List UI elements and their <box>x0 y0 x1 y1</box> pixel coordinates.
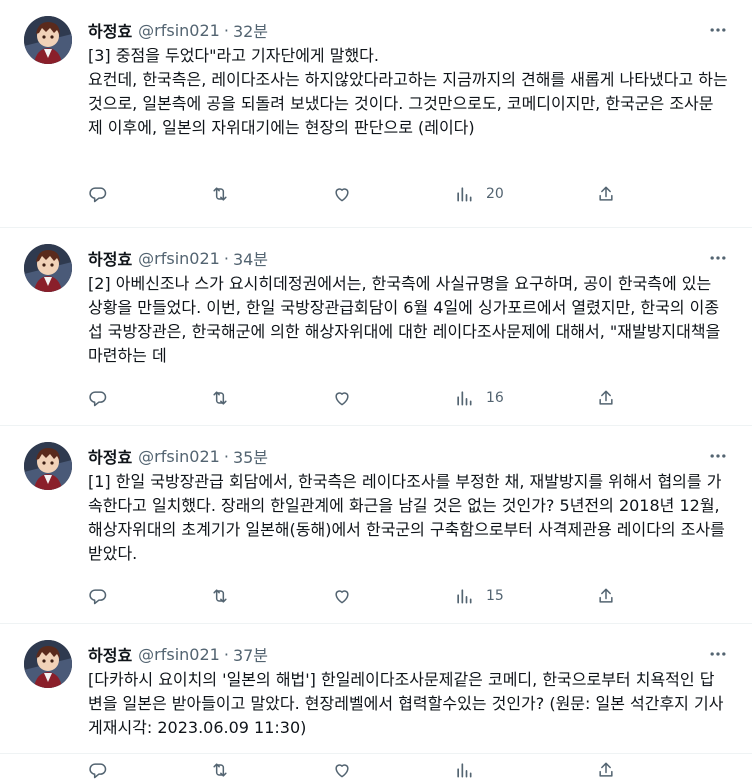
avatar[interactable] <box>24 16 72 64</box>
reply-icon <box>89 763 107 779</box>
tweet[interactable]: 하정효 @rfsin021 · 37분 [다카하시 요이치의 '일본의 해법']… <box>0 624 752 779</box>
retweet-icon <box>213 763 227 777</box>
tweet-text: [1] 한일 국방장관급 회담에서, 한국측은 레이다조사를 부정한 채, 재발… <box>88 472 725 563</box>
tweet-text: [다카하시 요이치의 '일본의 해법'] 한일레이다조사문제같은 코메디, 한국… <box>88 670 724 737</box>
views-button[interactable] <box>454 758 486 782</box>
share-icon <box>599 186 613 201</box>
reply-button[interactable] <box>88 386 108 410</box>
more-icon[interactable] <box>706 18 730 42</box>
timestamp[interactable]: 34분 <box>233 246 268 270</box>
reply-icon <box>89 391 107 407</box>
retweet-icon <box>213 187 227 201</box>
reply-button[interactable] <box>88 584 108 608</box>
tweet[interactable]: 하정효 @rfsin021 · 32분 [3] 중점을 두었다"라고 기자단에게… <box>0 0 752 228</box>
views-icon <box>457 589 472 604</box>
like-button[interactable] <box>332 584 352 608</box>
display-name[interactable]: 하정효 <box>88 444 132 468</box>
tweet-actions: 15 <box>88 584 728 608</box>
tweet-header: 하정효 @rfsin021 · 34분 <box>88 246 268 270</box>
views-count: 15 <box>486 588 504 604</box>
reply-icon <box>89 187 107 203</box>
reply-button[interactable] <box>88 758 108 782</box>
tweet-actions: 16 <box>88 386 728 410</box>
views-button[interactable]: 20 <box>454 182 504 206</box>
retweet-icon <box>213 391 227 405</box>
share-button[interactable] <box>596 584 616 608</box>
share-button[interactable] <box>596 386 616 410</box>
share-button[interactable] <box>596 182 616 206</box>
retweet-icon <box>213 589 227 603</box>
timestamp[interactable]: 35분 <box>233 444 268 468</box>
display-name[interactable]: 하정효 <box>88 642 132 666</box>
avatar[interactable] <box>24 244 72 292</box>
separator-dot: · <box>223 248 229 268</box>
share-icon <box>599 390 613 405</box>
separator-dot: · <box>223 446 229 466</box>
like-button[interactable] <box>332 386 352 410</box>
share-icon <box>599 762 613 777</box>
views-icon <box>457 391 472 406</box>
user-handle[interactable]: @rfsin021 <box>138 447 220 466</box>
more-icon[interactable] <box>706 642 730 666</box>
tweet-text: [3] 중점을 두었다"라고 기자단에게 말했다. 요컨데, 한국측은, 레이다조… <box>88 46 728 137</box>
share-button[interactable] <box>596 758 616 782</box>
views-count: 20 <box>486 186 504 202</box>
views-button[interactable]: 16 <box>454 386 504 410</box>
like-button[interactable] <box>332 182 352 206</box>
user-handle[interactable]: @rfsin021 <box>138 21 220 40</box>
tweet-header: 하정효 @rfsin021 · 35분 <box>88 444 268 468</box>
views-button[interactable]: 15 <box>454 584 504 608</box>
retweet-button[interactable] <box>210 182 230 206</box>
tweet-actions: 20 <box>88 182 728 206</box>
user-handle[interactable]: @rfsin021 <box>138 249 220 268</box>
views-icon <box>457 763 472 778</box>
tweet-header: 하정효 @rfsin021 · 32분 <box>88 18 268 42</box>
timestamp[interactable]: 32분 <box>233 18 268 42</box>
heart-icon <box>335 188 349 202</box>
timestamp[interactable]: 37분 <box>233 642 268 666</box>
avatar[interactable] <box>24 640 72 688</box>
reply-icon <box>89 589 107 605</box>
separator-dot: · <box>223 644 229 664</box>
user-handle[interactable]: @rfsin021 <box>138 645 220 664</box>
tweet-actions <box>88 758 728 782</box>
heart-icon <box>335 590 349 604</box>
retweet-button[interactable] <box>210 758 230 782</box>
display-name[interactable]: 하정효 <box>88 18 132 42</box>
tweet-header: 하정효 @rfsin021 · 37분 <box>88 642 268 666</box>
heart-icon <box>335 392 349 406</box>
tweet[interactable]: 하정효 @rfsin021 · 34분 [2] 아베신조나 스가 요시히데정권에… <box>0 228 752 426</box>
like-button[interactable] <box>332 758 352 782</box>
more-icon[interactable] <box>706 444 730 468</box>
more-icon[interactable] <box>706 246 730 270</box>
views-count: 16 <box>486 390 504 406</box>
retweet-button[interactable] <box>210 584 230 608</box>
reply-button[interactable] <box>88 182 108 206</box>
views-icon <box>457 187 472 202</box>
share-icon <box>599 588 613 603</box>
avatar[interactable] <box>24 442 72 490</box>
tweet-text: [2] 아베신조나 스가 요시히데정권에서는, 한국측에 사실규명을 요구하며,… <box>88 274 721 365</box>
display-name[interactable]: 하정효 <box>88 246 132 270</box>
tweet[interactable]: 하정효 @rfsin021 · 35분 [1] 한일 국방장관급 회담에서, 한… <box>0 426 752 624</box>
retweet-button[interactable] <box>210 386 230 410</box>
heart-icon <box>335 764 349 778</box>
separator-dot: · <box>223 20 229 40</box>
